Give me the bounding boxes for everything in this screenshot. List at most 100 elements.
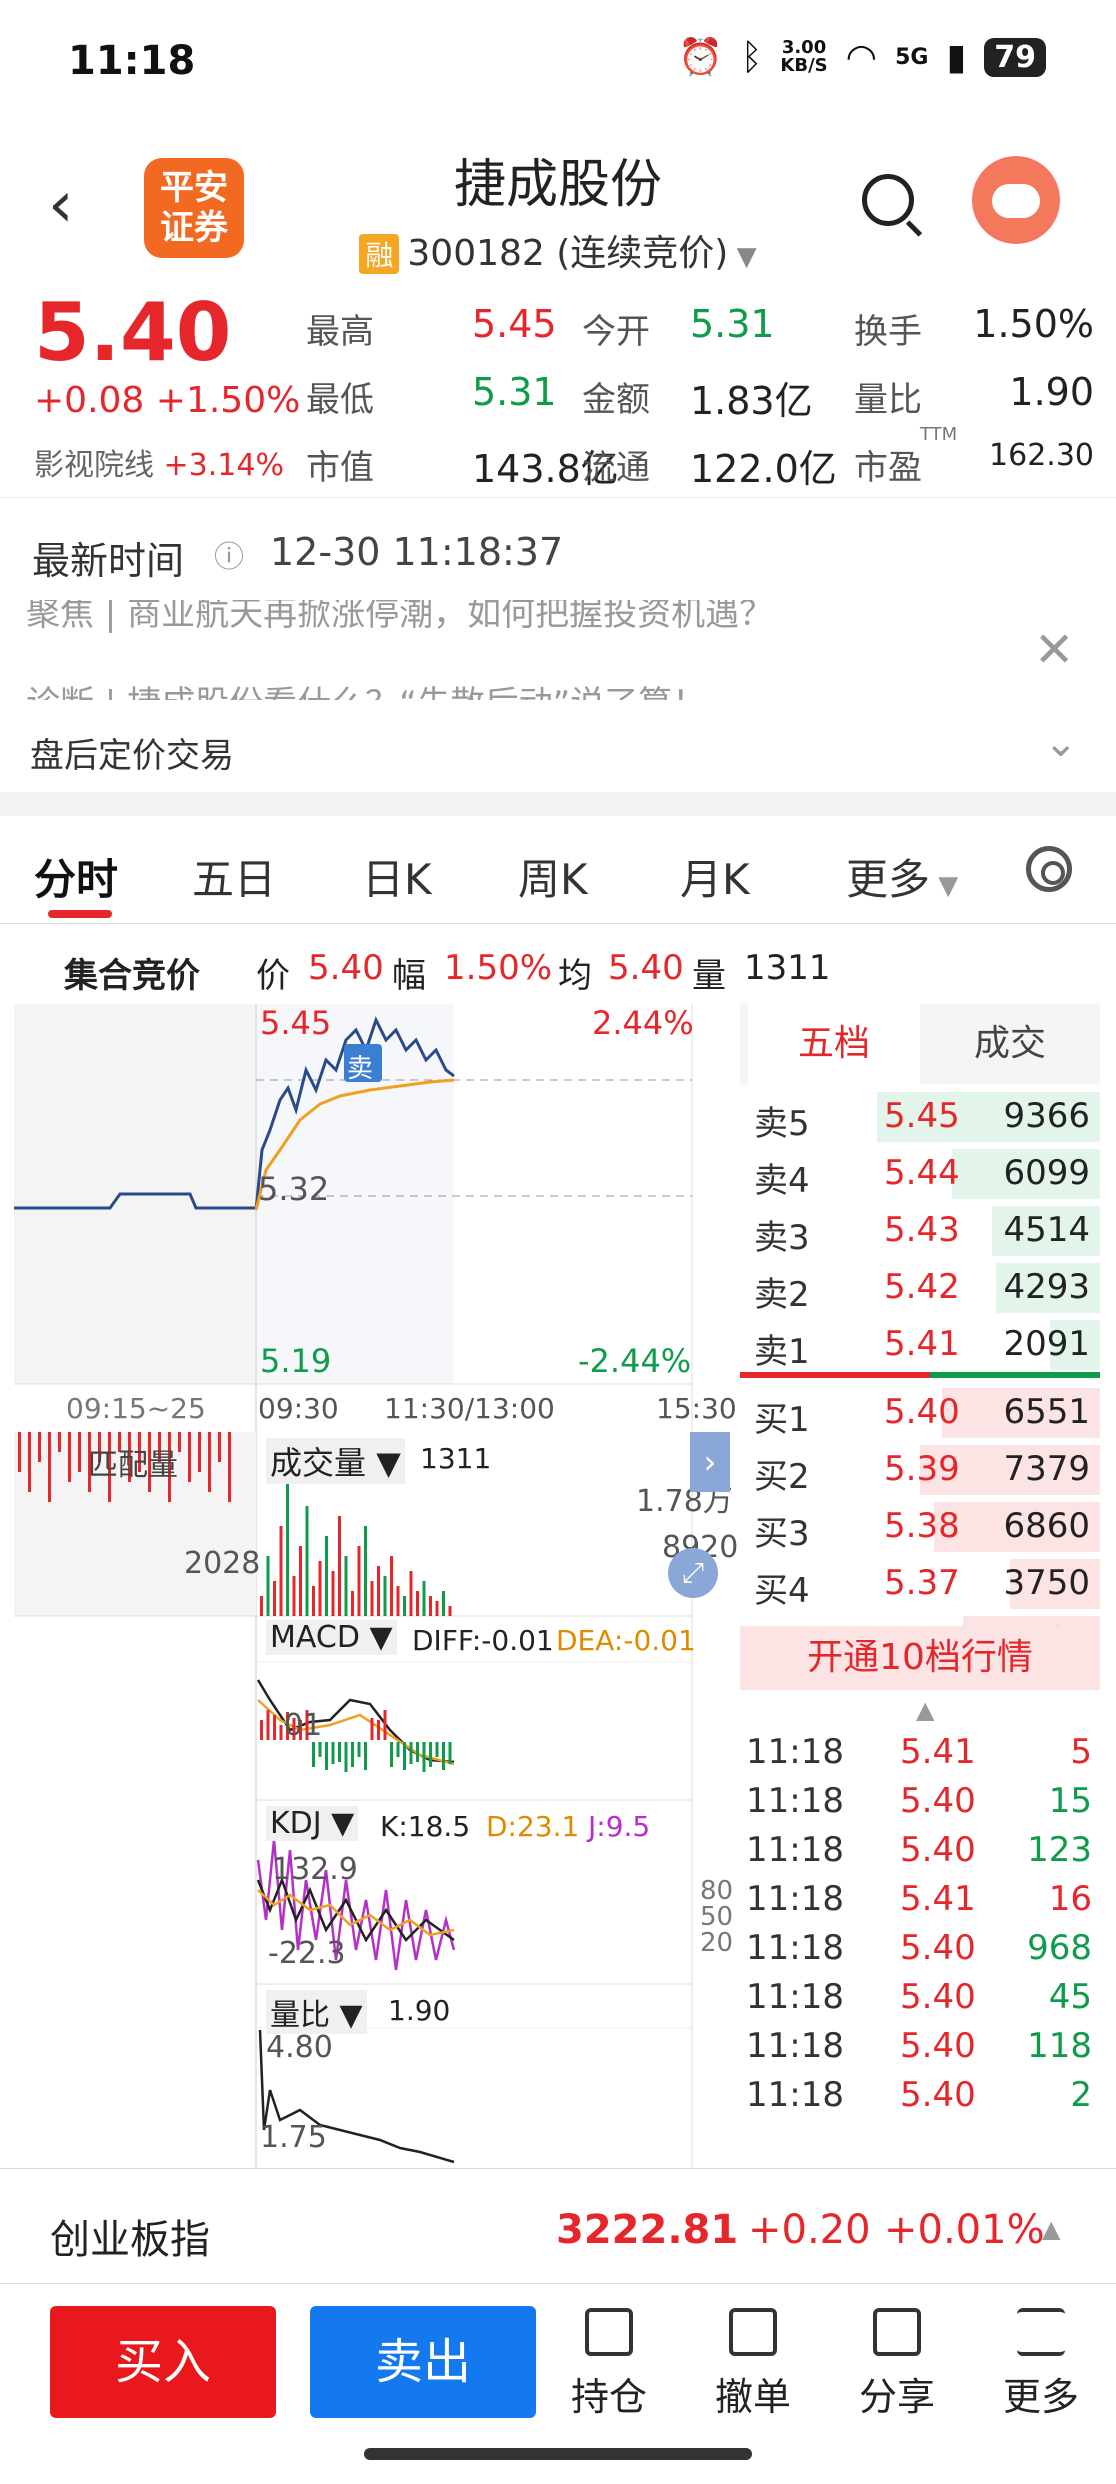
ttm-label: TTM: [920, 424, 958, 445]
order-book: 五档 成交 卖5 5.45 9366 卖4 5.44 6099 卖3 5.43 4514 卖2 5.…: [740, 1004, 1100, 2174]
quote-key: 最高: [306, 312, 374, 352]
volume-bar: [279, 1526, 283, 1616]
match-bar: [208, 1432, 211, 1492]
latest-time-value: 12-30 11:18:37: [270, 530, 564, 574]
info-icon[interactable]: ⓘ: [214, 532, 244, 576]
tab-weekly-k[interactable]: 周K: [518, 846, 588, 907]
volume-bar: [357, 1546, 361, 1616]
tick-time: 11:18: [746, 1928, 844, 1968]
sell-marker[interactable]: 卖: [347, 1048, 373, 1085]
collapse-up-icon[interactable]: ▲: [916, 1696, 934, 1724]
ratio-selector[interactable]: 量比 ▼: [266, 1990, 367, 2034]
volume-bar: [286, 1466, 289, 1616]
quote-key: 市盈: [854, 448, 922, 488]
level-label: 买1: [754, 1400, 810, 1440]
tab-five-day[interactable]: 五日: [192, 846, 276, 907]
sector-change[interactable]: 影视院线 +3.14%: [34, 440, 284, 484]
kdj-j-value: J:9.5: [588, 1810, 651, 1843]
volume-bar: [351, 1591, 354, 1616]
quote-key: 市值: [306, 448, 374, 488]
network-speed: 3.00 KB/S: [780, 39, 827, 75]
vol-value: 1311: [744, 948, 831, 988]
buy-level-row[interactable]: 买1 5.40 6551: [740, 1384, 1100, 1441]
macd-bar: [338, 1742, 341, 1762]
volume-value: 1311: [420, 1442, 492, 1475]
ratio-value: 1.90: [388, 1994, 451, 2027]
share-button[interactable]: 分享: [842, 2308, 952, 2421]
volume-selector[interactable]: 成交量 ▼: [266, 1438, 405, 1484]
kdj-selector[interactable]: KDJ ▼: [266, 1806, 359, 1841]
sell-button[interactable]: 卖出: [310, 2306, 536, 2418]
buy-level-row[interactable]: 买4 5.37 3750: [740, 1555, 1100, 1612]
volume-bar: [299, 1546, 302, 1616]
sell-level-row[interactable]: 卖3 5.43 4514: [740, 1202, 1100, 1259]
level-price: 5.38: [884, 1506, 960, 1546]
open-ten-level-button[interactable]: 开通10档行情: [740, 1626, 1100, 1690]
index-name: 创业板指: [50, 2217, 210, 2263]
more-button[interactable]: 更多: [986, 2308, 1096, 2421]
kdj-axis-top: 132.9: [272, 1852, 358, 1887]
sell-level-row[interactable]: 卖1 5.41 2091: [740, 1316, 1100, 1373]
level-volume: 7379: [1003, 1449, 1090, 1489]
time-label-close: 15:30: [656, 1392, 737, 1425]
tick-volume: 2: [1070, 2075, 1092, 2115]
match-bar: [28, 1432, 31, 1492]
news-line-1[interactable]: 聚焦 | 商业航天再掀涨停潮，如何把握投资机遇？: [26, 600, 773, 635]
volume-bar: [403, 1596, 406, 1616]
tab-monthly-k[interactable]: 月K: [680, 846, 750, 907]
assistant-avatar[interactable]: [972, 156, 1060, 244]
sell-level-row[interactable]: 卖5 5.45 9366: [740, 1088, 1100, 1145]
cancel-order-button[interactable]: 撤单: [698, 2308, 808, 2421]
book-divider-green: [930, 1372, 1100, 1378]
expand-arrow-icon[interactable]: ›: [690, 1432, 730, 1492]
sell-level-row[interactable]: 卖2 5.42 4293: [740, 1259, 1100, 1316]
tick-row: 11:18 5.40 968: [740, 1924, 1100, 1973]
level-label: 买4: [754, 1571, 810, 1611]
tick-row: 11:18 5.40 2: [740, 2071, 1100, 2120]
avg-key: 均: [558, 956, 592, 996]
sell-level-row[interactable]: 卖4 5.44 6099: [740, 1145, 1100, 1202]
news-line-2[interactable]: 诊断 | 捷成股份看什么？“先散后动”说了算！: [26, 676, 706, 700]
buy-level-row[interactable]: 买2 5.39 7379: [740, 1441, 1100, 1498]
level-volume: 6551: [1003, 1392, 1090, 1432]
home-indicator[interactable]: [364, 2448, 752, 2460]
expand-up-icon[interactable]: ▲: [1042, 2215, 1060, 2243]
volume-bar: [409, 1571, 413, 1616]
tick-price: 5.40: [900, 2075, 976, 2115]
fullscreen-icon[interactable]: ⤢: [668, 1548, 718, 1598]
level-label: 卖4: [754, 1161, 810, 1201]
tick-price: 5.40: [900, 1781, 976, 1821]
news-ticker[interactable]: 聚焦 | 商业航天再掀涨停潮，如何把握投资机遇？ 诊断 | 捷成股份看什么？“先…: [0, 600, 1116, 700]
macd-bar: [344, 1742, 348, 1772]
status-icons: ⏰ ᛒ 3.00 KB/S ◠ 5G ▮ 79: [678, 36, 1046, 78]
tab-intraday[interactable]: 分时: [34, 846, 118, 907]
kdj-label: KDJ: [270, 1806, 322, 1841]
tab-more[interactable]: 更多 ▼: [846, 846, 958, 907]
tab-five-level[interactable]: 五档: [748, 1004, 920, 1084]
price-value: 5.40: [308, 948, 384, 988]
stock-code-selector[interactable]: 融 300182 (连续竞价) ▼: [0, 224, 1116, 276]
buy-level-row[interactable]: 买3 5.38 6860: [740, 1498, 1100, 1555]
volume-bar: [273, 1581, 276, 1616]
chevron-down-icon[interactable]: ⌄: [1044, 720, 1078, 766]
tab-daily-k[interactable]: 日K: [362, 846, 432, 907]
gear-icon[interactable]: [1026, 846, 1072, 892]
macd-bar: [429, 1742, 432, 1767]
buy-button[interactable]: 买入: [50, 2306, 276, 2418]
holdings-button[interactable]: 持仓: [554, 2308, 664, 2421]
index-percent: +0.01%: [884, 2207, 1045, 2253]
quote-row: 最高 5.45 今开 5.31 换手 1.50%: [306, 294, 1106, 362]
macd-selector[interactable]: MACD ▼: [266, 1620, 397, 1655]
intraday-charts[interactable]: 5.45 5.32 5.19 2.44% -2.44% 卖 09:15~25 0…: [0, 1000, 740, 2170]
search-icon[interactable]: [862, 174, 914, 226]
tick-volume: 118: [1027, 2026, 1092, 2066]
close-icon[interactable]: ✕: [1034, 622, 1074, 678]
macd-bar: [390, 1742, 393, 1767]
after-hours-row[interactable]: 盘后定价交易 ⌄: [0, 710, 1116, 790]
volume-bar: [266, 1556, 270, 1616]
quote-key: 金额: [582, 380, 650, 420]
wifi-icon: ◠: [845, 36, 878, 78]
index-bar[interactable]: 创业板指 3222.81 +0.20 +0.01% ▲: [0, 2168, 1116, 2284]
tab-trades[interactable]: 成交: [920, 1004, 1100, 1084]
tick-row: 11:18 5.41 16: [740, 1875, 1100, 1924]
